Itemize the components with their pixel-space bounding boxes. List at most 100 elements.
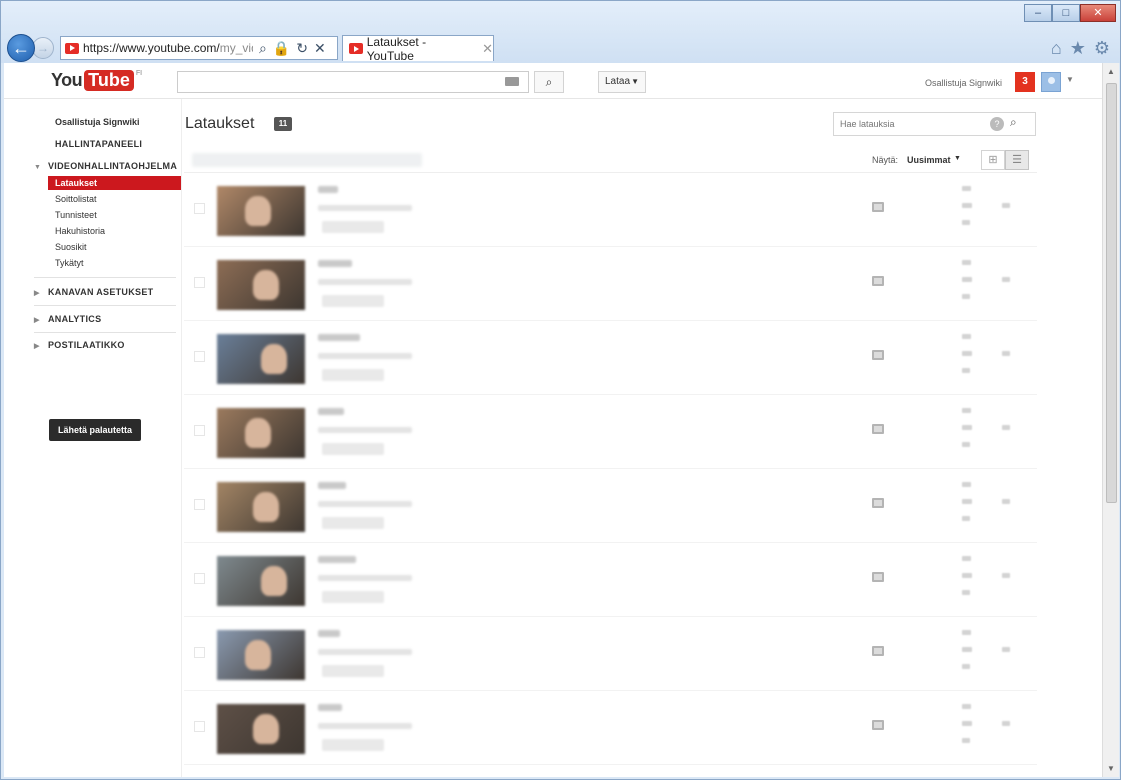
video-title[interactable] — [318, 186, 338, 193]
account-menu-chevron-icon[interactable]: ▼ — [1066, 75, 1074, 84]
video-thumbnail[interactable] — [217, 408, 305, 458]
video-thumbnail[interactable] — [217, 556, 305, 606]
video-thumbnail[interactable] — [217, 334, 305, 384]
page-title: Lataukset — [185, 115, 255, 132]
video-thumbnail[interactable] — [217, 704, 305, 754]
tab-title: Lataukset - YouTube — [366, 34, 427, 63]
video-thumbnail[interactable] — [217, 260, 305, 310]
stop-icon[interactable]: ✕ — [314, 40, 326, 57]
video-checkbox[interactable] — [194, 203, 205, 214]
edit-button[interactable] — [322, 369, 384, 381]
account-name[interactable]: Osallistuja Signwiki — [925, 78, 1002, 88]
refresh-icon[interactable]: ↻ — [296, 40, 308, 57]
video-title[interactable] — [318, 408, 344, 415]
browser-window: – □ ✕ ← → https://www.youtube.com/my_vid… — [0, 0, 1121, 780]
video-checkbox[interactable] — [194, 277, 205, 288]
video-title[interactable] — [318, 260, 352, 267]
video-row[interactable] — [184, 247, 1037, 321]
tab-close-icon[interactable]: ✕ — [482, 41, 493, 57]
close-window-button[interactable]: ✕ — [1080, 4, 1116, 22]
video-row[interactable] — [184, 321, 1037, 395]
sort-chevron-down-icon[interactable]: ▼ — [954, 155, 961, 162]
edit-button[interactable] — [322, 443, 384, 455]
video-checkbox[interactable] — [194, 647, 205, 658]
avatar[interactable] — [1041, 72, 1061, 92]
scroll-down-arrow-icon[interactable]: ▼ — [1107, 764, 1115, 773]
browser-tab[interactable]: Lataukset - YouTube ✕ — [342, 34, 494, 63]
edit-button[interactable] — [322, 739, 384, 751]
privacy-status-icon — [872, 350, 884, 360]
scroll-up-arrow-icon[interactable]: ▲ — [1107, 67, 1115, 76]
video-thumbnail[interactable] — [217, 630, 305, 680]
sidebar-item-playlists[interactable]: Soittolistat — [48, 192, 181, 206]
favorites-star-icon[interactable]: ★ — [1070, 38, 1086, 59]
minimize-button[interactable]: – — [1024, 4, 1052, 22]
sidebar-item-tags[interactable]: Tunnisteet — [48, 208, 181, 222]
sidebar-section-analytics[interactable]: ▶ ANALYTICS — [34, 314, 101, 324]
video-stats — [962, 482, 1032, 532]
sidebar-item-search-history[interactable]: Hakuhistoria — [48, 224, 181, 238]
edit-button[interactable] — [322, 517, 384, 529]
address-bar[interactable]: https://www.youtube.com/my_vide ⌕ 🔒 ↻ ✕ — [60, 36, 338, 60]
sidebar-item-liked[interactable]: Tykätyt — [48, 256, 181, 270]
edit-button[interactable] — [322, 221, 384, 233]
sidebar-item-uploads[interactable]: Lataukset — [48, 176, 181, 190]
notification-badge[interactable]: 3 — [1015, 72, 1035, 92]
video-thumbnail[interactable] — [217, 482, 305, 532]
video-row[interactable] — [184, 395, 1037, 469]
sort-select[interactable]: Uusimmat — [907, 155, 951, 165]
video-checkbox[interactable] — [194, 721, 205, 732]
video-title[interactable] — [318, 704, 342, 711]
video-row[interactable] — [184, 173, 1037, 247]
privacy-status-icon — [872, 646, 884, 656]
help-icon[interactable]: ? — [990, 117, 1004, 131]
upload-search-input[interactable] — [834, 113, 979, 135]
search-input[interactable] — [177, 71, 529, 93]
sidebar-section-inbox[interactable]: ▶ POSTILAATIKKO — [34, 340, 125, 350]
home-icon[interactable]: ⌂ — [1051, 38, 1062, 59]
forward-button[interactable]: → — [32, 37, 54, 59]
list-view-button[interactable]: ☰ — [1005, 150, 1029, 170]
sidebar-section-video-manager[interactable]: ▼ VIDEONHALLINTAOHJELMA — [34, 161, 177, 171]
page-scrollbar[interactable]: ▲ ▼ — [1102, 63, 1119, 777]
dislikes-stat — [1002, 351, 1010, 356]
actions-dropdown[interactable] — [192, 153, 422, 167]
address-search-icon[interactable]: ⌕ — [259, 40, 267, 57]
video-title[interactable] — [318, 556, 356, 563]
video-title[interactable] — [318, 482, 346, 489]
forward-arrow-icon: → — [37, 41, 49, 55]
video-title[interactable] — [318, 630, 340, 637]
keyboard-icon[interactable] — [505, 77, 519, 86]
sidebar-user[interactable]: Osallistuja Signwiki — [55, 117, 140, 127]
upload-button[interactable]: Lataa ▼ — [598, 71, 646, 93]
maximize-button[interactable]: □ — [1052, 4, 1080, 22]
sidebar-section-channel-settings[interactable]: ▶ KANAVAN ASETUKSET — [34, 287, 153, 297]
sidebar-item-dashboard[interactable]: HALLINTAPANEELI — [55, 139, 142, 149]
video-checkbox[interactable] — [194, 425, 205, 436]
upload-search-icon[interactable]: ⌕ — [1010, 115, 1017, 130]
video-row[interactable] — [184, 469, 1037, 543]
video-row[interactable] — [184, 543, 1037, 617]
edit-button[interactable] — [322, 591, 384, 603]
url-text[interactable]: https://www.youtube.com/my_vide — [83, 41, 253, 55]
scroll-thumb[interactable] — [1106, 83, 1117, 503]
edit-button[interactable] — [322, 295, 384, 307]
video-row[interactable] — [184, 691, 1037, 765]
send-feedback-button[interactable]: Lähetä palautetta — [49, 419, 141, 441]
comments-stat — [962, 738, 970, 743]
sidebar-divider — [34, 305, 176, 306]
tools-gear-icon[interactable]: ⚙ — [1094, 38, 1110, 59]
video-title[interactable] — [318, 334, 360, 341]
lock-icon[interactable]: 🔒 — [273, 40, 290, 57]
video-thumbnail[interactable] — [217, 186, 305, 236]
back-button[interactable]: ← — [7, 34, 35, 62]
sidebar-item-favorites[interactable]: Suosikit — [48, 240, 181, 254]
video-row[interactable] — [184, 617, 1037, 691]
youtube-logo[interactable]: You Tube FI — [51, 70, 142, 91]
search-button[interactable]: ⌕ — [534, 71, 564, 93]
video-checkbox[interactable] — [194, 499, 205, 510]
edit-button[interactable] — [322, 665, 384, 677]
video-checkbox[interactable] — [194, 573, 205, 584]
video-checkbox[interactable] — [194, 351, 205, 362]
grid-view-button[interactable]: ⊞ — [981, 150, 1005, 170]
